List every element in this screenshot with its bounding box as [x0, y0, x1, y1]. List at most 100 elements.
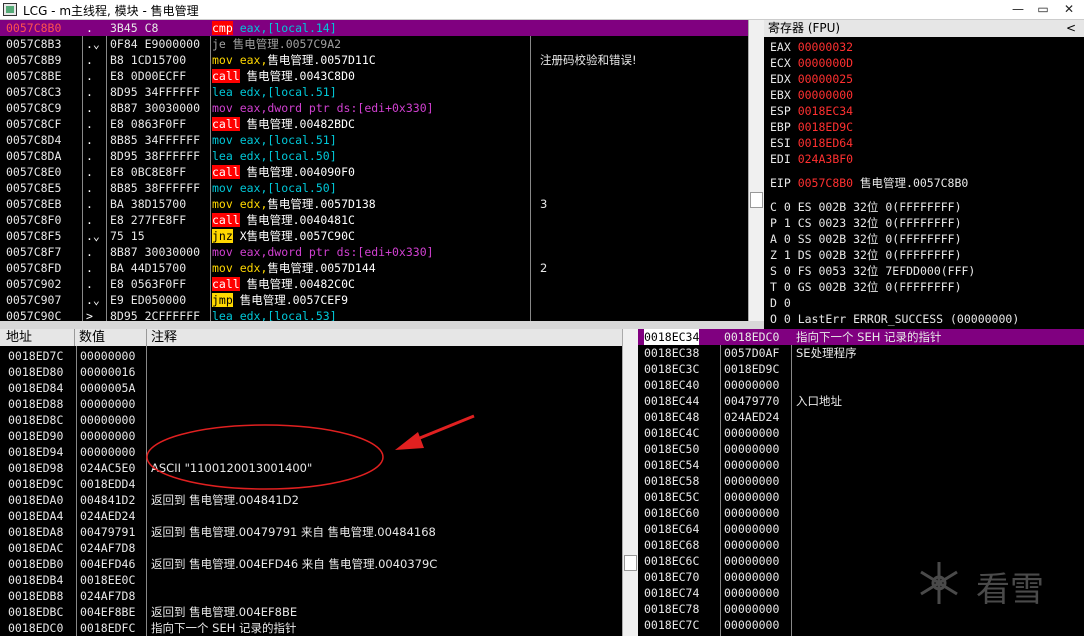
register-esp[interactable]: ESP 0018EC34 [770, 103, 853, 119]
disasm-address[interactable]: 0057C8F0 [6, 212, 61, 228]
disasm-row[interactable]: 0057C8EB. BA 38D15700 mov edx,售电管理.0057D13… [0, 196, 748, 212]
disasm-address[interactable]: 0057C8FD [6, 260, 61, 276]
stack-row[interactable]: 0018EC44 00479770 入口地址 [638, 393, 1084, 409]
stack-address[interactable]: 0018EC70 [644, 569, 699, 585]
register-value[interactable]: 00000025 [798, 72, 853, 86]
register-esi[interactable]: ESI 0018ED64 [770, 135, 853, 151]
scroll-thumb[interactable] [750, 192, 763, 208]
maximize-button[interactable]: ▭ [1032, 1, 1054, 18]
dump-value[interactable]: 024AF7D8 [80, 540, 135, 556]
dump-value[interactable]: 00000000 [80, 396, 135, 412]
register-value[interactable]: 0000000D [798, 56, 853, 70]
disasm-row[interactable]: 0057C8C9. 8B87 30030000 mov eax,dword ptr … [0, 100, 748, 116]
flag-row[interactable]: O 0 LastErr ERROR_SUCCESS (00000000) [770, 311, 1019, 327]
disasm-address[interactable]: 0057C8B0 [6, 20, 62, 36]
stack-address[interactable]: 0018EC60 [644, 505, 699, 521]
stack-value[interactable]: 00000000 [724, 489, 779, 505]
stack-value[interactable]: 00000000 [724, 377, 779, 393]
register-edx[interactable]: EDX 00000025 [770, 71, 853, 87]
disasm-row[interactable]: 0057C8B9. B8 1CD15700 mov eax,售电管理.0057D11… [0, 52, 748, 68]
stack-value[interactable]: 00000000 [724, 473, 779, 489]
stack-address[interactable]: 0018EC50 [644, 441, 699, 457]
disasm-address[interactable]: 0057C902 [6, 276, 61, 292]
stack-address[interactable]: 0018EC78 [644, 601, 699, 617]
dump-value[interactable]: 00000016 [80, 364, 135, 380]
disasm-instruction[interactable]: call 售电管理.00482C0C [212, 276, 528, 292]
dump-value[interactable]: 0018EE0C [80, 572, 135, 588]
dump-row[interactable]: 0018ED80 00000016 [0, 364, 622, 380]
disasm-address[interactable]: 0057C8DA [6, 148, 61, 164]
dump-row[interactable]: 0018EDA8 00479791 返回到 售电管理.00479791 来自 售电管… [0, 524, 622, 540]
stack-value[interactable]: 00000000 [724, 425, 779, 441]
disasm-instruction[interactable]: lea edx,[local.53] [212, 308, 528, 321]
stack-value[interactable]: 00000000 [724, 585, 779, 601]
disassembly-pane[interactable]: 0057C8B0. 3B45 C8 cmp eax,[local.14] 0057C8… [0, 20, 748, 321]
disasm-address[interactable]: 0057C8F7 [6, 244, 61, 260]
dump-row[interactable]: 0018EDA0 004841D2 返回到 售电管理.004841D2 [0, 492, 622, 508]
dump-row[interactable]: 0018ED90 00000000 [0, 428, 622, 444]
disasm-address[interactable]: 0057C8B3 [6, 36, 61, 52]
dump-address[interactable]: 0018ED80 [8, 364, 63, 380]
disasm-instruction[interactable]: lea edx,[local.51] [212, 84, 528, 100]
stack-value[interactable]: 00000000 [724, 521, 779, 537]
register-edi[interactable]: EDI 024A3BF0 [770, 151, 853, 167]
header-value[interactable]: 数值 [79, 329, 105, 346]
dump-row[interactable]: 0018EDC0 0018EDFC 指向下一个 SEH 记录的指针 [0, 620, 622, 636]
disasm-address[interactable]: 0057C8C3 [6, 84, 61, 100]
stack-address[interactable]: 0018EC4C [644, 425, 699, 441]
dump-address[interactable]: 0018ED84 [8, 380, 63, 396]
disasm-instruction[interactable]: mov eax,dword ptr ds:[edi+0x330] [212, 244, 528, 260]
disasm-instruction[interactable]: mov eax,dword ptr ds:[edi+0x330] [212, 100, 528, 116]
dump-row[interactable]: 0018ED88 00000000 [0, 396, 622, 412]
dump-address[interactable]: 0018ED90 [8, 428, 63, 444]
stack-value[interactable]: 00000000 [724, 569, 779, 585]
flag-row[interactable]: P 1 CS 0023 32位 0(FFFFFFFF) [770, 215, 962, 231]
disasm-instruction[interactable]: mov eax,[local.50] [212, 180, 528, 196]
dump-row[interactable]: 0018EDAC 024AF7D8 [0, 540, 622, 556]
dump-address[interactable]: 0018ED88 [8, 396, 63, 412]
dump-pane[interactable]: 0018ED7C 00000000 0018ED80 00000016 0018ED84… [0, 346, 622, 636]
disasm-row[interactable]: 0057C902. E8 0563F0FF call 售电管理.00482C0C [0, 276, 748, 292]
disasm-instruction[interactable]: mov eax,[local.51] [212, 132, 528, 148]
stack-value[interactable]: 024AED24 [724, 409, 779, 425]
dump-value[interactable]: 004EF8BE [80, 604, 135, 620]
disasm-row[interactable]: 0057C8CF. E8 0863F0FF call 售电管理.00482BDC [0, 116, 748, 132]
stack-address[interactable]: 0018EC6C [644, 553, 699, 569]
disasm-address[interactable]: 0057C8D4 [6, 132, 61, 148]
stack-row[interactable]: 0018EC34 0018EDC0 指向下一个 SEH 记录的指针 [638, 329, 1084, 345]
disasm-address[interactable]: 0057C90C [6, 308, 61, 321]
dump-address[interactable]: 0018EDBC [8, 604, 63, 620]
dump-address[interactable]: 0018EDA8 [8, 524, 63, 540]
stack-value[interactable]: 00000000 [724, 601, 779, 617]
dump-value[interactable]: 004841D2 [80, 492, 135, 508]
stack-value[interactable]: 00479770 [724, 393, 779, 409]
dump-row[interactable]: 0018ED98 024AC5E0 ASCII "1100120013001400" [0, 460, 622, 476]
flag-row[interactable]: Z 1 DS 002B 32位 0(FFFFFFFF) [770, 247, 962, 263]
disasm-instruction[interactable]: jnz X售电管理.0057C90C [212, 228, 528, 244]
dump-value[interactable]: 0000005A [80, 380, 135, 396]
disasm-address[interactable]: 0057C8EB [6, 196, 61, 212]
dump-row[interactable]: 0018ED94 00000000 [0, 444, 622, 460]
dump-row[interactable]: 0018EDBC 004EF8BE 返回到 售电管理.004EF8BE [0, 604, 622, 620]
register-value[interactable]: 00000000 [798, 88, 853, 102]
disasm-address[interactable]: 0057C8CF [6, 116, 61, 132]
stack-address[interactable]: 0018EC7C [644, 617, 699, 633]
stack-address[interactable]: 0018EC54 [644, 457, 699, 473]
stack-row[interactable]: 0018EC58 00000000 [638, 473, 1084, 489]
stack-address[interactable]: 0018EC38 [644, 345, 699, 361]
stack-value[interactable]: 00000000 [724, 617, 779, 633]
stack-row[interactable]: 0018EC64 00000000 [638, 521, 1084, 537]
dump-row[interactable]: 0018EDA4 024AED24 [0, 508, 622, 524]
flag-row[interactable]: S 0 FS 0053 32位 7EFDD000(FFF) [770, 263, 975, 279]
scroll-thumb[interactable] [624, 555, 637, 571]
flag-row[interactable]: D 0 [770, 295, 791, 311]
disasm-row[interactable]: 0057C8F0. E8 277FE8FF call 售电管理.0040481C [0, 212, 748, 228]
stack-row[interactable]: 0018EC5C 00000000 [638, 489, 1084, 505]
dump-value[interactable]: 00000000 [80, 412, 135, 428]
disasm-instruction[interactable]: mov edx,售电管理.0057D138 [212, 196, 528, 212]
dump-value[interactable]: 00000000 [80, 444, 135, 460]
stack-address[interactable]: 0018EC58 [644, 473, 699, 489]
stack-row[interactable]: 0018EC38 0057D0AF SE处理程序 [638, 345, 1084, 361]
minimize-button[interactable]: — [1007, 1, 1029, 18]
disasm-row[interactable]: 0057C8BE. E8 0D00ECFF call 售电管理.0043C8D0 [0, 68, 748, 84]
